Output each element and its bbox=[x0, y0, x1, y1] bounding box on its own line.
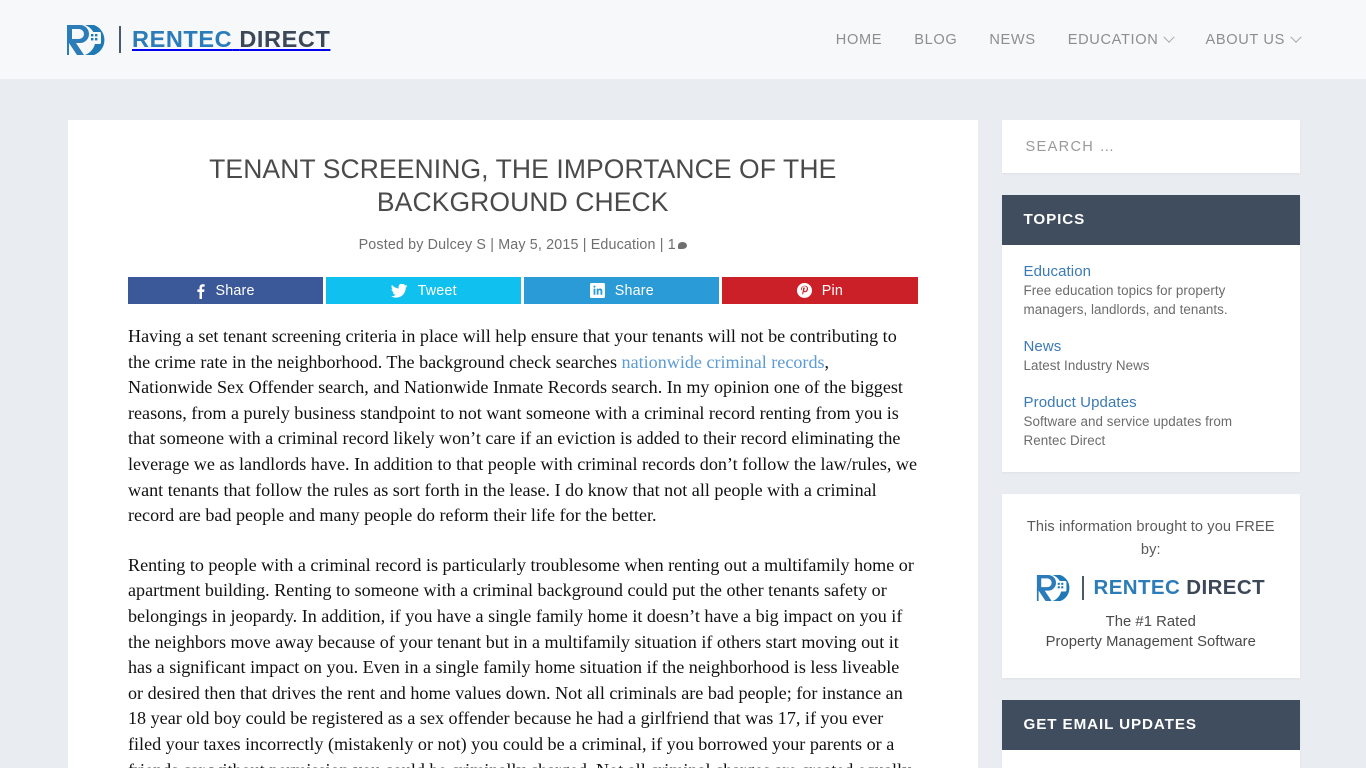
page-title: Tenant Screening, The Importance of the … bbox=[209, 154, 837, 217]
topic-link-education[interactable]: Education bbox=[1024, 263, 1279, 280]
post-meta-date: May 5, 2015 bbox=[498, 237, 579, 253]
chevron-down-icon bbox=[1290, 31, 1302, 43]
topics-widget: Topics Education Free education topics f… bbox=[1001, 195, 1301, 472]
share-button-pinterest[interactable]: Pin bbox=[722, 277, 918, 304]
topic-description: Latest Industry News bbox=[1023, 358, 1150, 373]
site-logo[interactable]: RENTEC DIRECT bbox=[66, 23, 330, 57]
comment-bubble-icon bbox=[677, 242, 687, 249]
nav-item-news[interactable]: NEWS bbox=[973, 32, 1051, 48]
linkedin-icon bbox=[589, 283, 605, 298]
email-updates-description: Enter your email address to subscribe to… bbox=[1002, 750, 1301, 768]
email-updates-widget-title: Get Email Updates bbox=[1001, 700, 1300, 750]
promo-widget: This information brought to you FREE by: bbox=[1001, 494, 1300, 678]
promo-tagline: The #1 Rated Property Management Softwar… bbox=[1022, 612, 1281, 652]
post-meta-author[interactable]: Dulcey S bbox=[428, 237, 486, 253]
logo-wordmark: RENTEC DIRECT bbox=[1093, 576, 1265, 600]
nav-item-education[interactable]: EDUCATION bbox=[1052, 31, 1190, 48]
post-meta-separator: | bbox=[490, 237, 495, 253]
nav-item-label: ABOUT US bbox=[1205, 31, 1285, 48]
share-button-label: Tweet bbox=[417, 282, 457, 299]
promo-logo[interactable]: RENTEC DIRECT bbox=[1022, 573, 1281, 603]
nav-item-about-us[interactable]: ABOUT US bbox=[1189, 31, 1302, 48]
pinterest-icon bbox=[796, 283, 812, 298]
logo-word-rentec: RENTEC bbox=[1093, 576, 1181, 599]
twitter-bird-icon bbox=[390, 283, 408, 298]
topic-description: Free education topics for property manag… bbox=[1023, 283, 1228, 317]
topic-link-news[interactable]: News bbox=[1024, 338, 1279, 355]
nav-item-home[interactable]: HOME bbox=[820, 32, 898, 48]
post-meta-posted-by: Posted by bbox=[358, 237, 424, 253]
site-header: RENTEC DIRECT HOME BLOG NEWS EDUCATION A… bbox=[0, 0, 1366, 79]
nav-item-blog[interactable]: BLOG bbox=[898, 32, 973, 48]
nav-item-label: HOME bbox=[835, 31, 883, 48]
post-body: Having a set tenant screening criteria i… bbox=[128, 324, 918, 768]
rentec-rd-logo-icon bbox=[66, 23, 112, 57]
logo-word-direct: DIRECT bbox=[239, 26, 331, 52]
logo-divider bbox=[119, 26, 121, 53]
promo-tagline-line-1: The #1 Rated bbox=[1105, 614, 1196, 630]
social-share-row: Share Tweet Share Pin bbox=[128, 277, 918, 304]
topic-item: News Latest Industry News bbox=[1024, 338, 1279, 375]
primary-navigation: HOME BLOG NEWS EDUCATION ABOUT US bbox=[820, 31, 1302, 48]
post-paragraph: Renting to people with a criminal record… bbox=[128, 554, 914, 768]
logo-divider bbox=[1082, 576, 1085, 600]
post-meta-comment-count[interactable]: 1 bbox=[668, 237, 676, 253]
email-updates-widget: Get Email Updates Enter your email addre… bbox=[1001, 700, 1301, 768]
topic-link-product-updates[interactable]: Product Updates bbox=[1024, 394, 1279, 411]
share-button-label: Share bbox=[614, 282, 654, 299]
share-button-label: Pin bbox=[821, 282, 844, 299]
search-widget bbox=[1001, 120, 1300, 173]
post-meta-category[interactable]: Education bbox=[591, 237, 656, 253]
post-meta: Posted by Dulcey S | May 5, 2015 | Educa… bbox=[68, 237, 978, 253]
promo-headline: This information brought to you FREE by: bbox=[1026, 519, 1275, 558]
sidebar: Topics Education Free education topics f… bbox=[1001, 120, 1301, 768]
topic-item: Education Free education topics for prop… bbox=[1024, 263, 1279, 319]
logo-word-rentec: RENTEC bbox=[132, 26, 233, 52]
share-button-facebook[interactable]: Share bbox=[128, 277, 324, 304]
post-meta-separator: | bbox=[582, 237, 587, 253]
nav-item-label: BLOG bbox=[914, 31, 958, 48]
rentec-rd-logo-icon bbox=[1036, 573, 1076, 603]
topic-description: Software and service updates from Rentec… bbox=[1023, 414, 1233, 448]
nationwide-criminal-records-link[interactable]: nationwide criminal records bbox=[622, 352, 825, 372]
facebook-icon bbox=[196, 283, 206, 299]
article-card: Tenant Screening, The Importance of the … bbox=[68, 120, 978, 768]
paragraph-text: , Nationwide Sex Offender search, and Na… bbox=[128, 351, 918, 526]
logo-wordmark: RENTEC DIRECT bbox=[132, 26, 330, 53]
search-input[interactable] bbox=[1001, 120, 1300, 173]
share-button-twitter[interactable]: Tweet bbox=[326, 277, 522, 304]
nav-item-label: EDUCATION bbox=[1067, 31, 1159, 48]
topics-widget-title: Topics bbox=[1001, 195, 1300, 245]
topics-widget-body: Education Free education topics for prop… bbox=[1002, 245, 1301, 472]
share-button-linkedin[interactable]: Share bbox=[524, 277, 720, 304]
post-meta-separator: | bbox=[659, 237, 664, 253]
page-container: Tenant Screening, The Importance of the … bbox=[0, 79, 1366, 768]
share-button-label: Share bbox=[215, 282, 255, 299]
post-paragraph: Having a set tenant screening criteria i… bbox=[128, 324, 918, 529]
topic-item: Product Updates Software and service upd… bbox=[1024, 394, 1279, 450]
logo-word-direct: DIRECT bbox=[1186, 576, 1265, 599]
promo-tagline-line-2: Property Management Software bbox=[1045, 634, 1256, 650]
chevron-down-icon bbox=[1163, 31, 1176, 43]
nav-item-label: NEWS bbox=[989, 31, 1036, 48]
